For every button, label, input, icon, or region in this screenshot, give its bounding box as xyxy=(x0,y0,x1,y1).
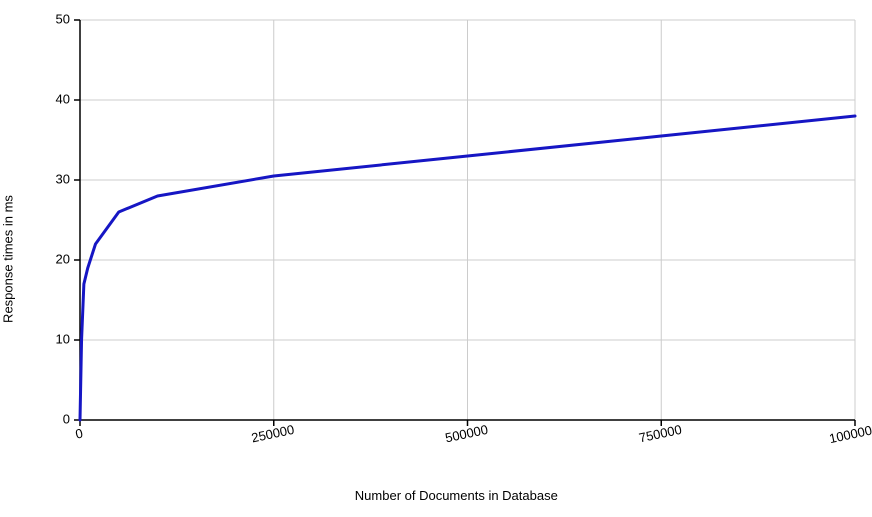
x-tick-label: 250000 xyxy=(250,422,296,446)
x-tick-label: 500000 xyxy=(444,422,490,446)
y-tick-label: 30 xyxy=(56,171,70,186)
y-tick-label: 10 xyxy=(56,331,70,346)
chart-container: Response times in ms Number of Documents… xyxy=(0,0,872,517)
y-tick-label: 20 xyxy=(56,251,70,266)
y-tick-label: 50 xyxy=(56,11,70,26)
x-tick-label: 0 xyxy=(74,426,84,442)
line-chart: 0 250000 500000 750000 1000000 0 10 20 30 40 50 xyxy=(0,0,872,517)
y-tick-label: 0 xyxy=(63,411,70,426)
x-tick-label: 750000 xyxy=(638,422,684,446)
x-tick-label: 1000000 xyxy=(828,421,872,446)
y-tick-label: 40 xyxy=(56,91,70,106)
